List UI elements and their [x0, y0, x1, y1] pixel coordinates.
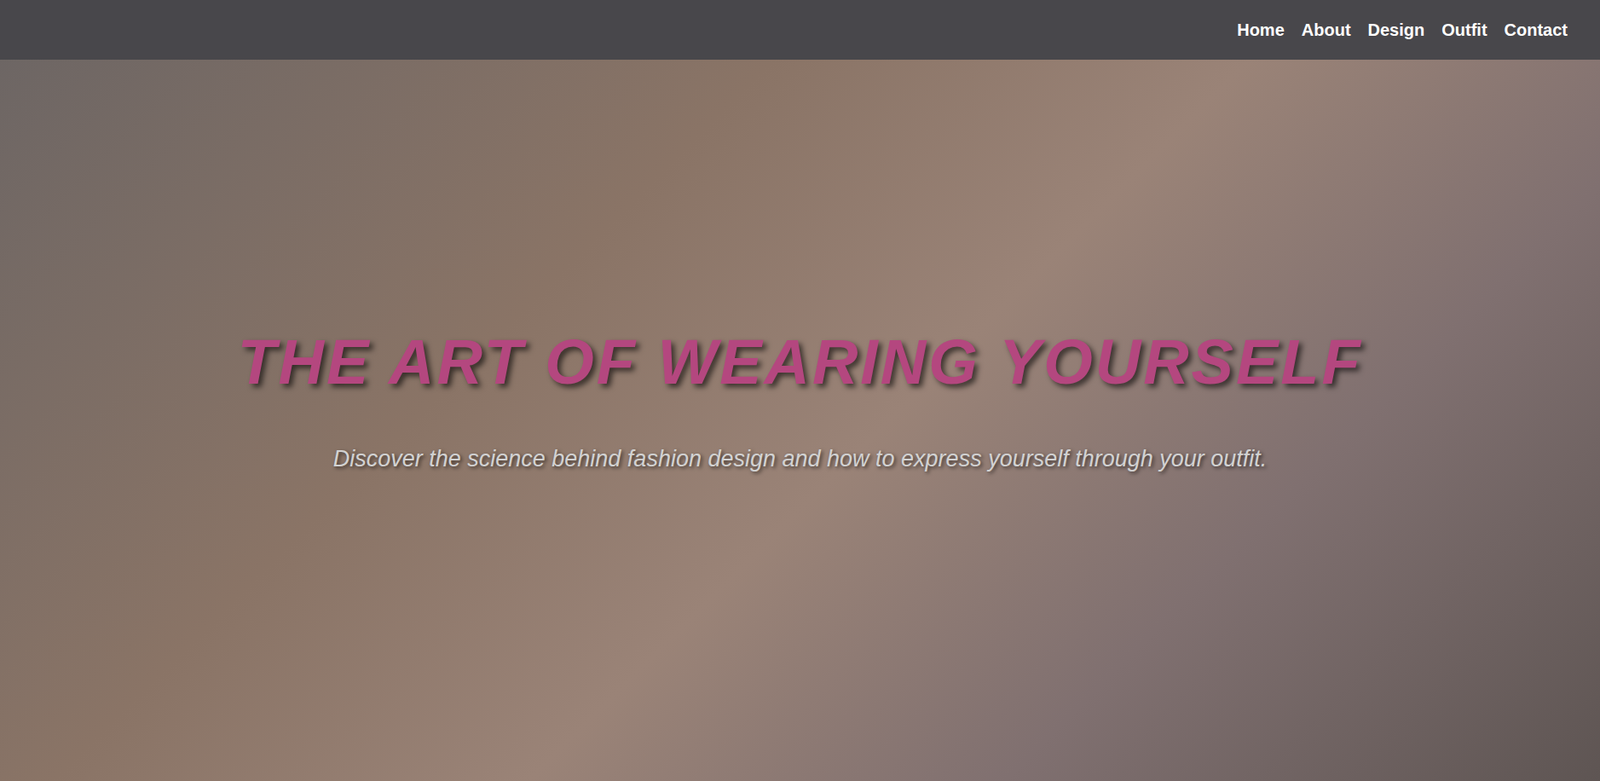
page: Home About Design Outfit Contact THE ART OF W… — [0, 0, 1600, 781]
nav-link[interactable]: About — [1301, 17, 1352, 42]
hero-subtitle: Discover the science behind fashion desi… — [333, 443, 1268, 474]
hero-title: THE ART OF WEARING YOURSELF — [236, 323, 1363, 401]
nav-link[interactable]: Design — [1368, 17, 1426, 42]
nav-link[interactable]: Outfit — [1441, 17, 1487, 42]
nav-bar: Home About Design Outfit Contact — [0, 0, 1600, 60]
hero: THE ART OF WEARING YOURSELF Discover the … — [0, 59, 1600, 781]
nav-link[interactable]: Home — [1236, 17, 1285, 42]
nav-link[interactable]: Contact — [1504, 17, 1568, 42]
